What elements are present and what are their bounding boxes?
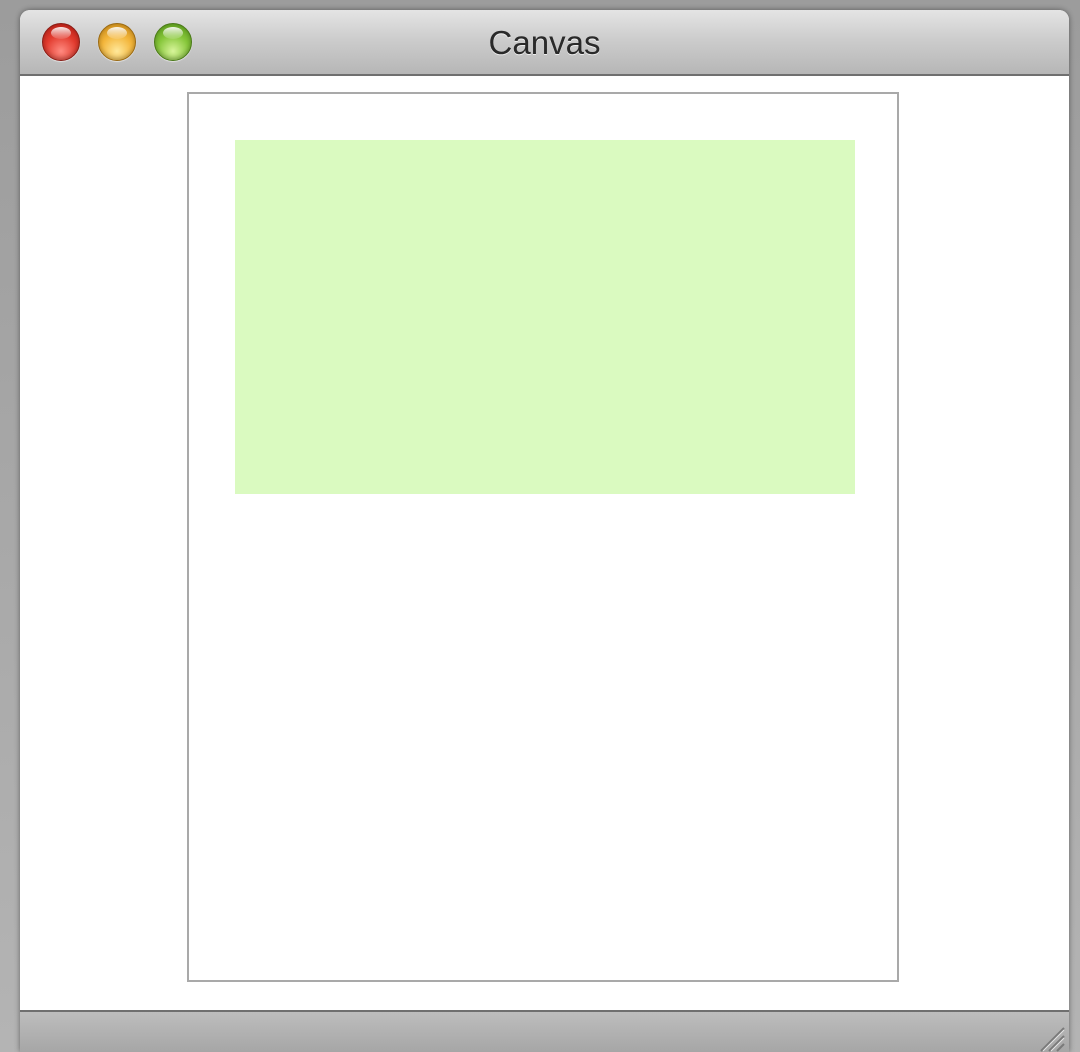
bottom-bar: [20, 1010, 1069, 1052]
title-bar[interactable]: Canvas: [20, 10, 1069, 76]
window-title: Canvas: [488, 24, 601, 61]
canvas-page[interactable]: [187, 92, 899, 982]
green-rectangle-shape[interactable]: [235, 140, 855, 494]
canvas-window: Canvas: [20, 10, 1069, 1052]
desktop: Canvas: [0, 0, 1080, 1052]
resize-grip-icon[interactable]: [1035, 1022, 1065, 1052]
canvas-area[interactable]: [20, 76, 1069, 1012]
